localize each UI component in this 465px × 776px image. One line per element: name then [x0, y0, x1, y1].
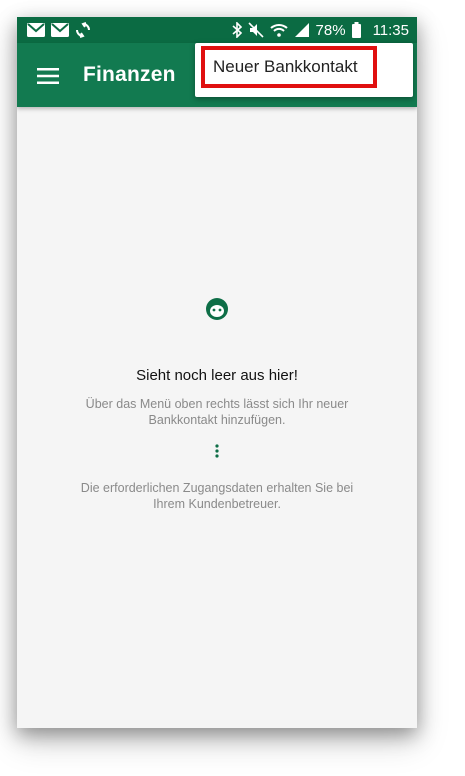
page-title: Finanzen — [83, 63, 176, 86]
more-vert-icon — [215, 444, 219, 458]
sync-icon — [76, 22, 90, 38]
menu-item-new-bank-contact[interactable]: Neuer Bankkontakt — [201, 46, 377, 88]
battery-icon — [351, 22, 361, 38]
face-icon — [206, 298, 228, 320]
status-bar-right: 78% 11:35 — [232, 22, 409, 39]
status-bar-left — [27, 22, 91, 38]
menu-item-label: Neuer Bankkontakt — [213, 57, 358, 76]
mail-icon — [27, 23, 45, 37]
overflow-popup-menu: Neuer Bankkontakt — [195, 43, 413, 97]
signal-icon — [294, 23, 309, 37]
battery-percent: 78% — [315, 21, 346, 39]
menu-icon — [37, 68, 59, 84]
empty-state-title: Sieht noch leer aus hier! — [136, 367, 298, 384]
wifi-icon — [269, 24, 288, 37]
empty-state: Sieht noch leer aus hier! Über das Menü … — [17, 297, 417, 512]
mail-icon — [51, 23, 69, 37]
clock: 11:35 — [372, 21, 409, 39]
empty-state-hint: Die erforderlichen Zugangsdaten erhalten… — [80, 481, 354, 511]
menu-button[interactable] — [33, 61, 63, 91]
empty-state-text: Über das Menü oben rechts lässt sich Ihr… — [85, 397, 349, 427]
mute-icon — [247, 22, 264, 38]
bluetooth-icon — [232, 22, 242, 38]
phone-screen: 78% 11:35 Finanzen Neuer Bankkontakt Sie… — [17, 17, 417, 728]
status-bar: 78% 11:35 — [17, 17, 417, 43]
